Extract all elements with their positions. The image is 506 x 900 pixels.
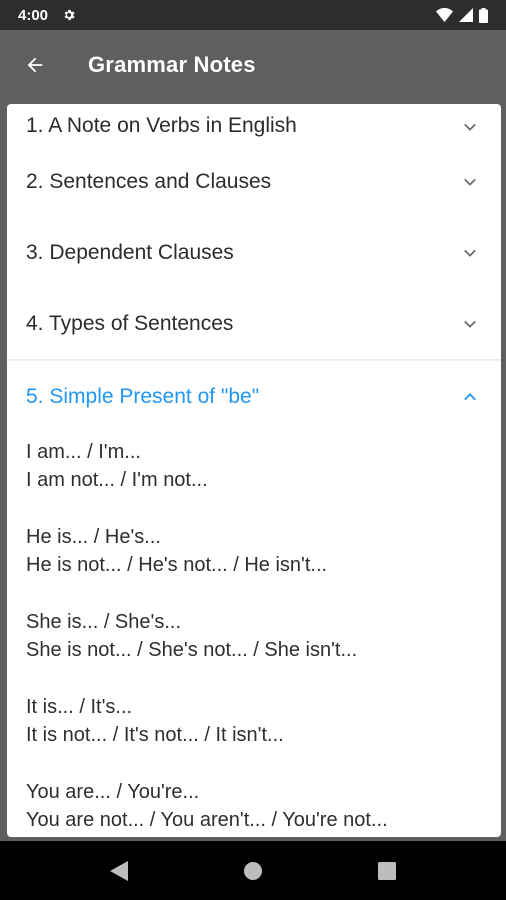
system-nav-bar xyxy=(0,841,506,900)
note-line: It is... / It's... xyxy=(26,696,133,718)
section-title: 4. Types of Sentences xyxy=(26,311,234,335)
arrow-left-icon xyxy=(27,57,43,73)
section-content-simple-present-be: I am... / I'm... I am not... / I'm not..… xyxy=(7,432,501,834)
status-bar: 4:00 xyxy=(0,0,506,30)
section-title: 3. Dependent Clauses xyxy=(26,240,234,264)
signal-icon xyxy=(459,8,473,22)
circle-home-icon xyxy=(244,861,262,880)
section-header-dependent-clauses[interactable]: 3. Dependent Clauses xyxy=(7,217,501,288)
nav-back-button[interactable] xyxy=(108,860,130,882)
note-line: It is not... / It's not... / It isn't... xyxy=(26,724,284,746)
section-title: 1. A Note on Verbs in English xyxy=(26,114,297,137)
chevron-down-icon xyxy=(464,249,476,257)
section-header-sentences-clauses[interactable]: 2. Sentences and Clauses xyxy=(7,146,501,217)
note-line: He is not... / He's not... / He isn't... xyxy=(26,554,328,576)
note-line: I am not... / I'm not... xyxy=(26,469,208,491)
grammar-notes-list[interactable]: 1. A Note on Verbs in English 2. Sentenc… xyxy=(7,104,501,837)
page-title: Grammar Notes xyxy=(88,52,256,77)
chevron-down-icon xyxy=(464,320,476,328)
back-button[interactable] xyxy=(0,30,70,100)
app-bar: Grammar Notes xyxy=(0,30,506,100)
square-recents-icon xyxy=(378,861,396,880)
section-title: 2. Sentences and Clauses xyxy=(26,169,272,193)
status-time: 4:00 xyxy=(18,6,49,24)
chevron-up-icon xyxy=(464,392,476,400)
settings-gear-icon xyxy=(64,9,75,21)
chevron-down-icon xyxy=(464,123,476,131)
status-icons xyxy=(436,7,488,23)
section-header-types-of-sentences[interactable]: 4. Types of Sentences xyxy=(7,288,501,359)
chevron-down-icon xyxy=(464,178,476,186)
note-line: I am... / I'm... xyxy=(26,441,141,463)
wifi-icon xyxy=(436,8,453,22)
section-header-verbs[interactable]: 1. A Note on Verbs in English xyxy=(7,104,501,146)
note-line: She is not... / She's not... / She isn't… xyxy=(26,639,358,661)
note-line: You are not... / You aren't... / You're … xyxy=(26,809,388,831)
note-line: He is... / He's... xyxy=(26,526,161,548)
section-header-simple-present-be[interactable]: 5. Simple Present of "be" xyxy=(7,361,501,432)
note-line: You are... / You're... xyxy=(26,781,200,803)
nav-home-button[interactable] xyxy=(242,860,264,882)
battery-icon xyxy=(479,7,488,23)
triangle-back-icon xyxy=(110,860,128,881)
section-title: 5. Simple Present of "be" xyxy=(26,384,260,408)
nav-recents-button[interactable] xyxy=(376,860,398,882)
note-line: She is... / She's... xyxy=(26,611,181,633)
